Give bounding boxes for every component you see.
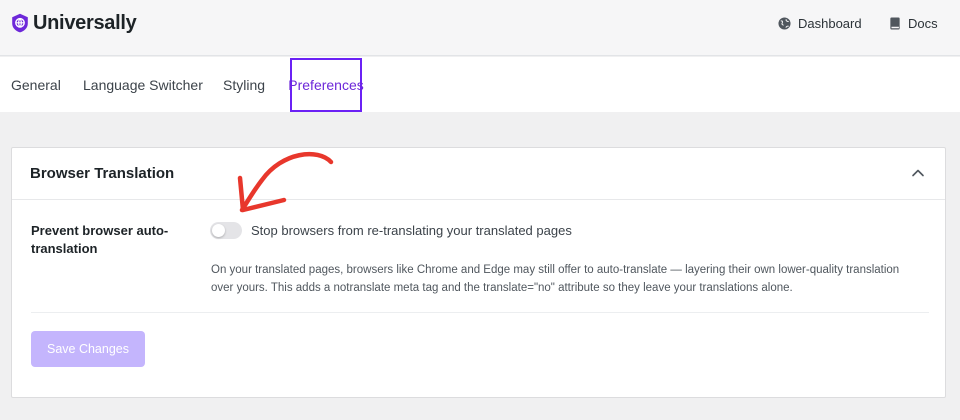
section-title: Browser Translation <box>30 165 175 182</box>
brand-name: Universally <box>33 12 137 34</box>
tab-styling[interactable]: Styling <box>223 57 265 112</box>
save-changes-button[interactable]: Save Changes <box>31 331 145 367</box>
book-icon <box>890 16 900 30</box>
toggle-description: Stop browsers from re-translating your t… <box>251 223 572 238</box>
settings-tabs: General Language Switcher Styling Prefer… <box>0 57 960 112</box>
dashboard-link-label: Dashboard <box>798 15 862 31</box>
browser-translation-card: Browser Translation Prevent browser auto… <box>11 147 946 398</box>
globe-icon <box>778 16 791 30</box>
docs-link[interactable]: Docs <box>889 14 938 32</box>
help-text-line-2: over yours. This adds a notranslate meta… <box>211 282 793 294</box>
tab-general[interactable]: General <box>11 57 61 112</box>
brand[interactable]: Universally <box>11 11 137 35</box>
help-text-line-1: On your translated pages, browsers like … <box>211 264 900 276</box>
docs-link-label: Docs <box>908 15 938 31</box>
toggle-knob <box>212 224 225 237</box>
dashboard-link[interactable]: Dashboard <box>778 14 862 32</box>
universally-logo-icon <box>12 13 28 33</box>
help-text: On your translated pages, browsers like … <box>211 261 941 297</box>
chevron-up-icon[interactable] <box>911 166 925 180</box>
tab-preferences[interactable]: Preferences <box>288 58 364 112</box>
divider <box>31 312 929 313</box>
prevent-auto-translation-toggle[interactable] <box>210 222 242 239</box>
setting-label: Prevent browser auto-translation <box>31 223 169 256</box>
card-header[interactable]: Browser Translation <box>12 148 945 200</box>
tab-language-switcher[interactable]: Language Switcher <box>83 57 203 112</box>
top-bar: Universally Dashboard Docs <box>0 0 960 56</box>
